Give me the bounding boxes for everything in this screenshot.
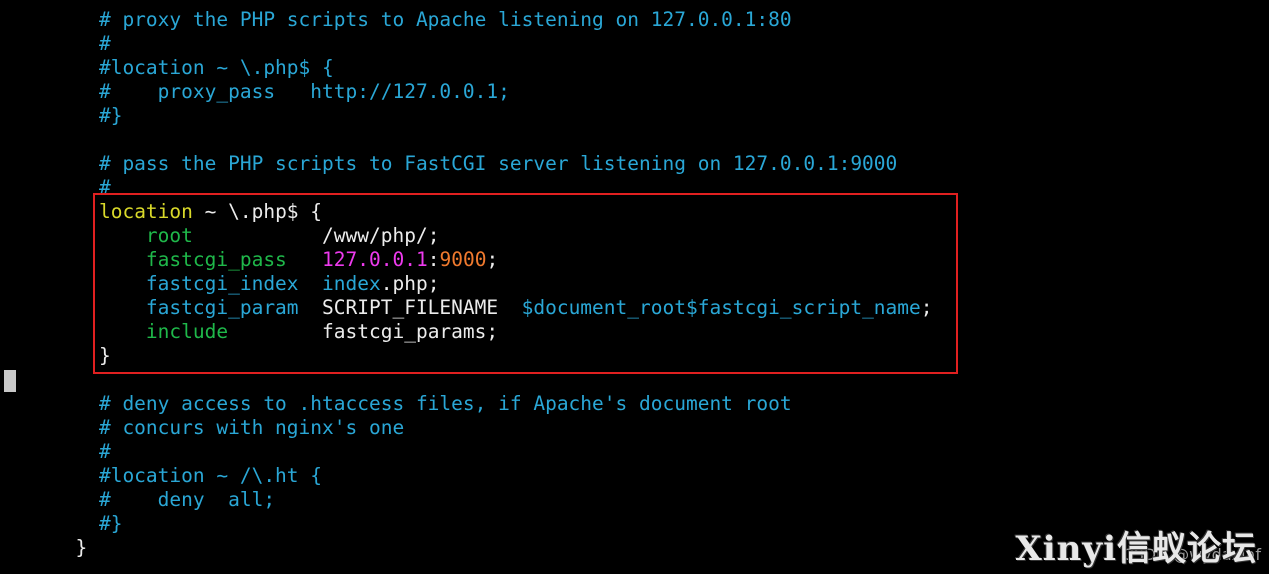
code-line: # concurs with nginx's one (52, 416, 404, 440)
code-token: # pass the PHP scripts to FastCGI server… (52, 152, 898, 175)
code-line: # deny all; (52, 488, 275, 512)
code-line: # pass the PHP scripts to FastCGI server… (52, 152, 897, 176)
code-line: # deny access to .htaccess files, if Apa… (52, 392, 792, 416)
code-token: #location ~ /\.ht { (52, 464, 323, 487)
code-line: # proxy_pass http://127.0.0.1; (52, 80, 510, 104)
code-line: #location ~ \.php$ { (52, 56, 334, 80)
code-token: # proxy_pass http://127.0.0.1; (52, 80, 510, 103)
terminal-window[interactable]: # proxy the PHP scripts to Apache listen… (0, 0, 1269, 574)
code-token: } (52, 536, 88, 559)
code-token: # (52, 32, 111, 55)
code-line: # proxy the PHP scripts to Apache listen… (52, 8, 792, 32)
code-token: # deny access to .htaccess files, if Apa… (52, 392, 792, 415)
code-line: #} (52, 512, 123, 536)
text-cursor (4, 370, 16, 392)
code-token: #location ~ \.php$ { (52, 56, 334, 79)
code-line: # (52, 32, 111, 56)
code-token: #} (52, 104, 123, 127)
code-line: #} (52, 104, 123, 128)
code-token: # (52, 440, 111, 463)
forum-watermark: Xinyi信蚁论坛 (1015, 529, 1257, 569)
highlight-box (93, 193, 958, 374)
code-token: # deny all; (52, 488, 276, 511)
code-token: # proxy the PHP scripts to Apache listen… (52, 8, 792, 31)
code-line: #location ~ /\.ht { (52, 464, 322, 488)
code-line: # (52, 440, 111, 464)
code-token: # concurs with nginx's one (52, 416, 405, 439)
code-token: #} (52, 512, 123, 535)
code-line: } (52, 536, 87, 560)
